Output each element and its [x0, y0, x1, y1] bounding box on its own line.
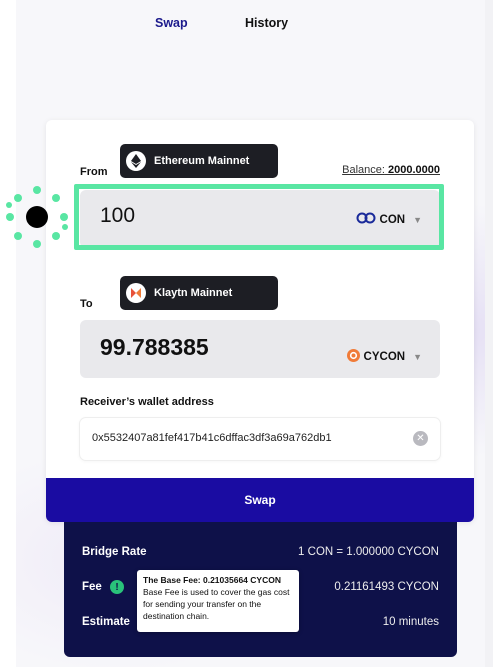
click-spark: [6, 202, 12, 208]
click-spark: [6, 213, 14, 221]
clear-icon[interactable]: ✕: [413, 431, 428, 446]
receiver-address-input[interactable]: 0x5532407a81fef417b41c6dffac3df3a69a762d…: [80, 418, 440, 460]
from-label: From: [80, 166, 108, 178]
to-chain-name: Klaytn Mainnet: [154, 287, 233, 299]
chevron-down-icon: ▼: [413, 352, 422, 362]
click-spark: [14, 194, 22, 202]
swap-card: From Ethereum Mainnet Balance: 2000.0000…: [46, 120, 474, 522]
click-spark: [62, 224, 68, 230]
click-spark: [52, 232, 60, 240]
fee-label: Fee: [82, 581, 102, 593]
receiver-address-value[interactable]: 0x5532407a81fef417b41c6dffac3df3a69a762d…: [92, 432, 332, 444]
click-spark: [14, 232, 22, 240]
from-token-name: CON: [379, 213, 406, 226]
from-chain-name: Ethereum Mainnet: [154, 155, 250, 167]
to-amount-field[interactable]: 99.788385 CYCON ▼: [80, 320, 440, 378]
cycon-token-icon: [346, 349, 360, 365]
tab-swap[interactable]: Swap: [155, 16, 188, 30]
to-token-selector[interactable]: CYCON ▼: [346, 349, 422, 365]
fee-value: 0.21161493 CYCON: [334, 581, 439, 593]
click-spark: [33, 186, 41, 194]
tab-history[interactable]: History: [245, 16, 288, 30]
from-chain-selector[interactable]: Ethereum Mainnet: [120, 144, 278, 178]
click-spark: [33, 240, 41, 248]
left-panel: [0, 0, 16, 667]
tooltip-body: Base Fee is used to cover the gas cost f…: [143, 587, 290, 621]
from-amount-field[interactable]: 100 CON ▼: [80, 190, 440, 248]
bridge-rate-label: Bridge Rate: [82, 546, 147, 558]
to-label: To: [80, 298, 93, 310]
swap-button[interactable]: Swap: [46, 478, 474, 522]
click-spark: [60, 213, 68, 221]
from-token-selector[interactable]: CON ▼: [356, 212, 422, 227]
tab-bar: Swap History: [0, 8, 493, 38]
tooltip-title: The Base Fee: 0.21035664 CYCON: [143, 575, 281, 585]
bridge-rate-value: 1 CON = 1.000000 CYCON: [298, 546, 439, 558]
ethereum-icon: [126, 151, 146, 171]
click-dot: [26, 206, 48, 228]
receiver-label: Receiver’s wallet address: [80, 396, 214, 408]
to-chain-selector[interactable]: Klaytn Mainnet: [120, 276, 278, 310]
right-scroll-area: [485, 0, 493, 667]
balance-label: Balance:: [342, 164, 385, 176]
click-spark: [52, 194, 60, 202]
to-amount-value: 99.788385: [100, 334, 209, 360]
to-token-name: CYCON: [363, 351, 406, 363]
from-amount-value[interactable]: 100: [100, 204, 135, 228]
balance-link[interactable]: Balance: 2000.0000: [342, 164, 440, 176]
fee-tooltip: The Base Fee: 0.21035664 CYCON Base Fee …: [137, 570, 299, 632]
estimate-label: Estimate: [82, 616, 130, 628]
con-token-icon: [356, 212, 376, 227]
estimate-value: 10 minutes: [382, 616, 439, 628]
info-icon[interactable]: !: [110, 580, 124, 594]
klaytn-icon: [126, 283, 146, 303]
chevron-down-icon: ▼: [413, 214, 422, 225]
balance-value: 2000.0000: [388, 164, 440, 176]
